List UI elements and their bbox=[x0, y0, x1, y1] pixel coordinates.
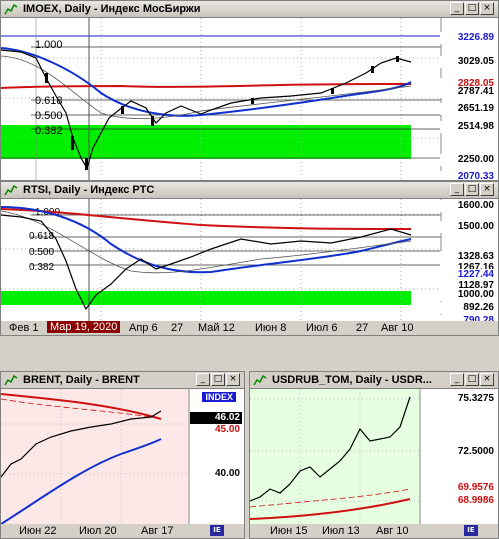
usdrub-window[interactable]: USDRUB_TOM, Daily - USDR... _ □ × 75.327… bbox=[249, 371, 499, 539]
fib-label-382: 0.382 bbox=[35, 125, 63, 137]
date-label: Июл 13 bbox=[322, 525, 360, 537]
maximize-button[interactable]: □ bbox=[465, 183, 479, 196]
chart-icon bbox=[253, 374, 267, 386]
fib-label-382: 0.382 bbox=[29, 262, 54, 273]
close-button[interactable]: × bbox=[480, 373, 494, 386]
chart-settings-icon[interactable]: IE bbox=[464, 525, 478, 536]
rtsi-chart[interactable]: 1.000 0.618 0.500 0.382 bbox=[1, 199, 498, 321]
imoex-price-3226: 3226.89 bbox=[440, 32, 496, 44]
usdrub-date-axis: Июн 15 Июл 13 Авг 10 bbox=[250, 524, 498, 538]
brent-date-axis: Июн 22 Июл 20 Авг 17 bbox=[1, 524, 244, 538]
brent-window[interactable]: BRENT, Daily - BRENT _ □ × INDEX 46.02 4… bbox=[0, 371, 245, 539]
date-label: 27 bbox=[171, 322, 184, 334]
date-label: Авг 17 bbox=[141, 525, 174, 537]
date-label: 27 bbox=[356, 322, 369, 334]
brent-titlebar[interactable]: BRENT, Daily - BRENT _ □ × bbox=[1, 372, 244, 389]
date-label-selected: Мар 19, 2020 bbox=[47, 321, 121, 333]
brent-price-45: 45.00 bbox=[190, 424, 242, 436]
rtsi-date-axis: Фев 1 Мар 19, 2020 Апр 6 27 Май 12 Июн 8… bbox=[1, 321, 498, 335]
rtsi-price-1000: 1000.00 bbox=[440, 289, 496, 301]
usdrub-titlebar[interactable]: USDRUB_TOM, Daily - USDR... _ □ × bbox=[250, 372, 498, 389]
imoex-titlebar[interactable]: IMOEX, Daily - Индекс МосБиржи _ □ × bbox=[1, 1, 498, 18]
chart-settings-icon[interactable]: IE bbox=[210, 525, 224, 536]
imoex-price-2250: 2250.00 bbox=[440, 154, 496, 166]
maximize-button[interactable]: □ bbox=[465, 373, 479, 386]
maximize-button[interactable]: □ bbox=[211, 373, 225, 386]
chart-icon bbox=[4, 3, 18, 15]
brent-chart[interactable] bbox=[1, 389, 244, 524]
usdrub-price-69957: 69.9576 bbox=[424, 482, 496, 494]
imoex-price-2651: 2651.19 bbox=[440, 103, 496, 115]
close-button[interactable]: × bbox=[480, 2, 494, 15]
date-label: Июн 22 bbox=[19, 525, 57, 537]
chart-icon bbox=[4, 374, 18, 386]
minimize-button[interactable]: _ bbox=[450, 183, 464, 196]
close-button[interactable]: × bbox=[226, 373, 240, 386]
rtsi-price-892: 892.26 bbox=[440, 302, 496, 314]
rtsi-price-1500: 1500.00 bbox=[440, 221, 496, 233]
usdrub-price-72: 72.5000 bbox=[424, 446, 496, 458]
usdrub-price-current: 75.3275 bbox=[424, 393, 496, 405]
date-label: Июл 6 bbox=[306, 322, 338, 334]
imoex-price-2070: 2070.33 bbox=[440, 171, 496, 180]
imoex-price-current: 3029.05 bbox=[440, 56, 496, 68]
usdrub-price-68998: 68.9986 bbox=[424, 495, 496, 507]
minimize-button[interactable]: _ bbox=[450, 2, 464, 15]
rtsi-price-1600: 1600.00 bbox=[440, 200, 496, 212]
brent-index-label: INDEX bbox=[202, 392, 236, 402]
maximize-button[interactable]: □ bbox=[465, 2, 479, 15]
close-button[interactable]: × bbox=[480, 183, 494, 196]
date-label: Авг 10 bbox=[376, 525, 409, 537]
imoex-window[interactable]: IMOEX, Daily - Индекс МосБиржи _ □ × 1.0… bbox=[0, 0, 499, 181]
imoex-chart[interactable]: 1.000 0.618 0.500 0.382 bbox=[1, 18, 498, 180]
fib-label-1000: 1.000 bbox=[35, 39, 63, 51]
date-label: Июн 8 bbox=[255, 322, 287, 334]
fib-label-500: 0.500 bbox=[29, 247, 54, 258]
rtsi-window[interactable]: RTSI, Daily - Индекс РТС _ □ × 1.000 0.6… bbox=[0, 181, 499, 336]
brent-price-40: 40.00 bbox=[190, 468, 242, 480]
minimize-button[interactable]: _ bbox=[196, 373, 210, 386]
date-label: Июл 20 bbox=[79, 525, 117, 537]
imoex-price-2514: 2514.98 bbox=[440, 121, 496, 133]
support-zone bbox=[1, 291, 411, 305]
rtsi-titlebar[interactable]: RTSI, Daily - Индекс РТС _ □ × bbox=[1, 182, 498, 199]
brent-price-current: 46.02 bbox=[190, 412, 242, 424]
rtsi-title: RTSI, Daily - Индекс РТС bbox=[23, 184, 155, 196]
imoex-title: IMOEX, Daily - Индекс МосБиржи bbox=[23, 3, 201, 15]
usdrub-title: USDRUB_TOM, Daily - USDR... bbox=[272, 374, 432, 386]
fib-label-500: 0.500 bbox=[35, 110, 63, 122]
chart-icon bbox=[4, 184, 18, 196]
date-label: Май 12 bbox=[198, 322, 235, 334]
date-label: Авг 10 bbox=[381, 322, 414, 334]
date-label: Июн 15 bbox=[270, 525, 308, 537]
date-label: Фев 1 bbox=[9, 322, 39, 334]
brent-title: BRENT, Daily - BRENT bbox=[23, 374, 140, 386]
minimize-button[interactable]: _ bbox=[450, 373, 464, 386]
imoex-price-2787: 2787.41 bbox=[440, 86, 496, 98]
date-label: Апр 6 bbox=[129, 322, 158, 334]
